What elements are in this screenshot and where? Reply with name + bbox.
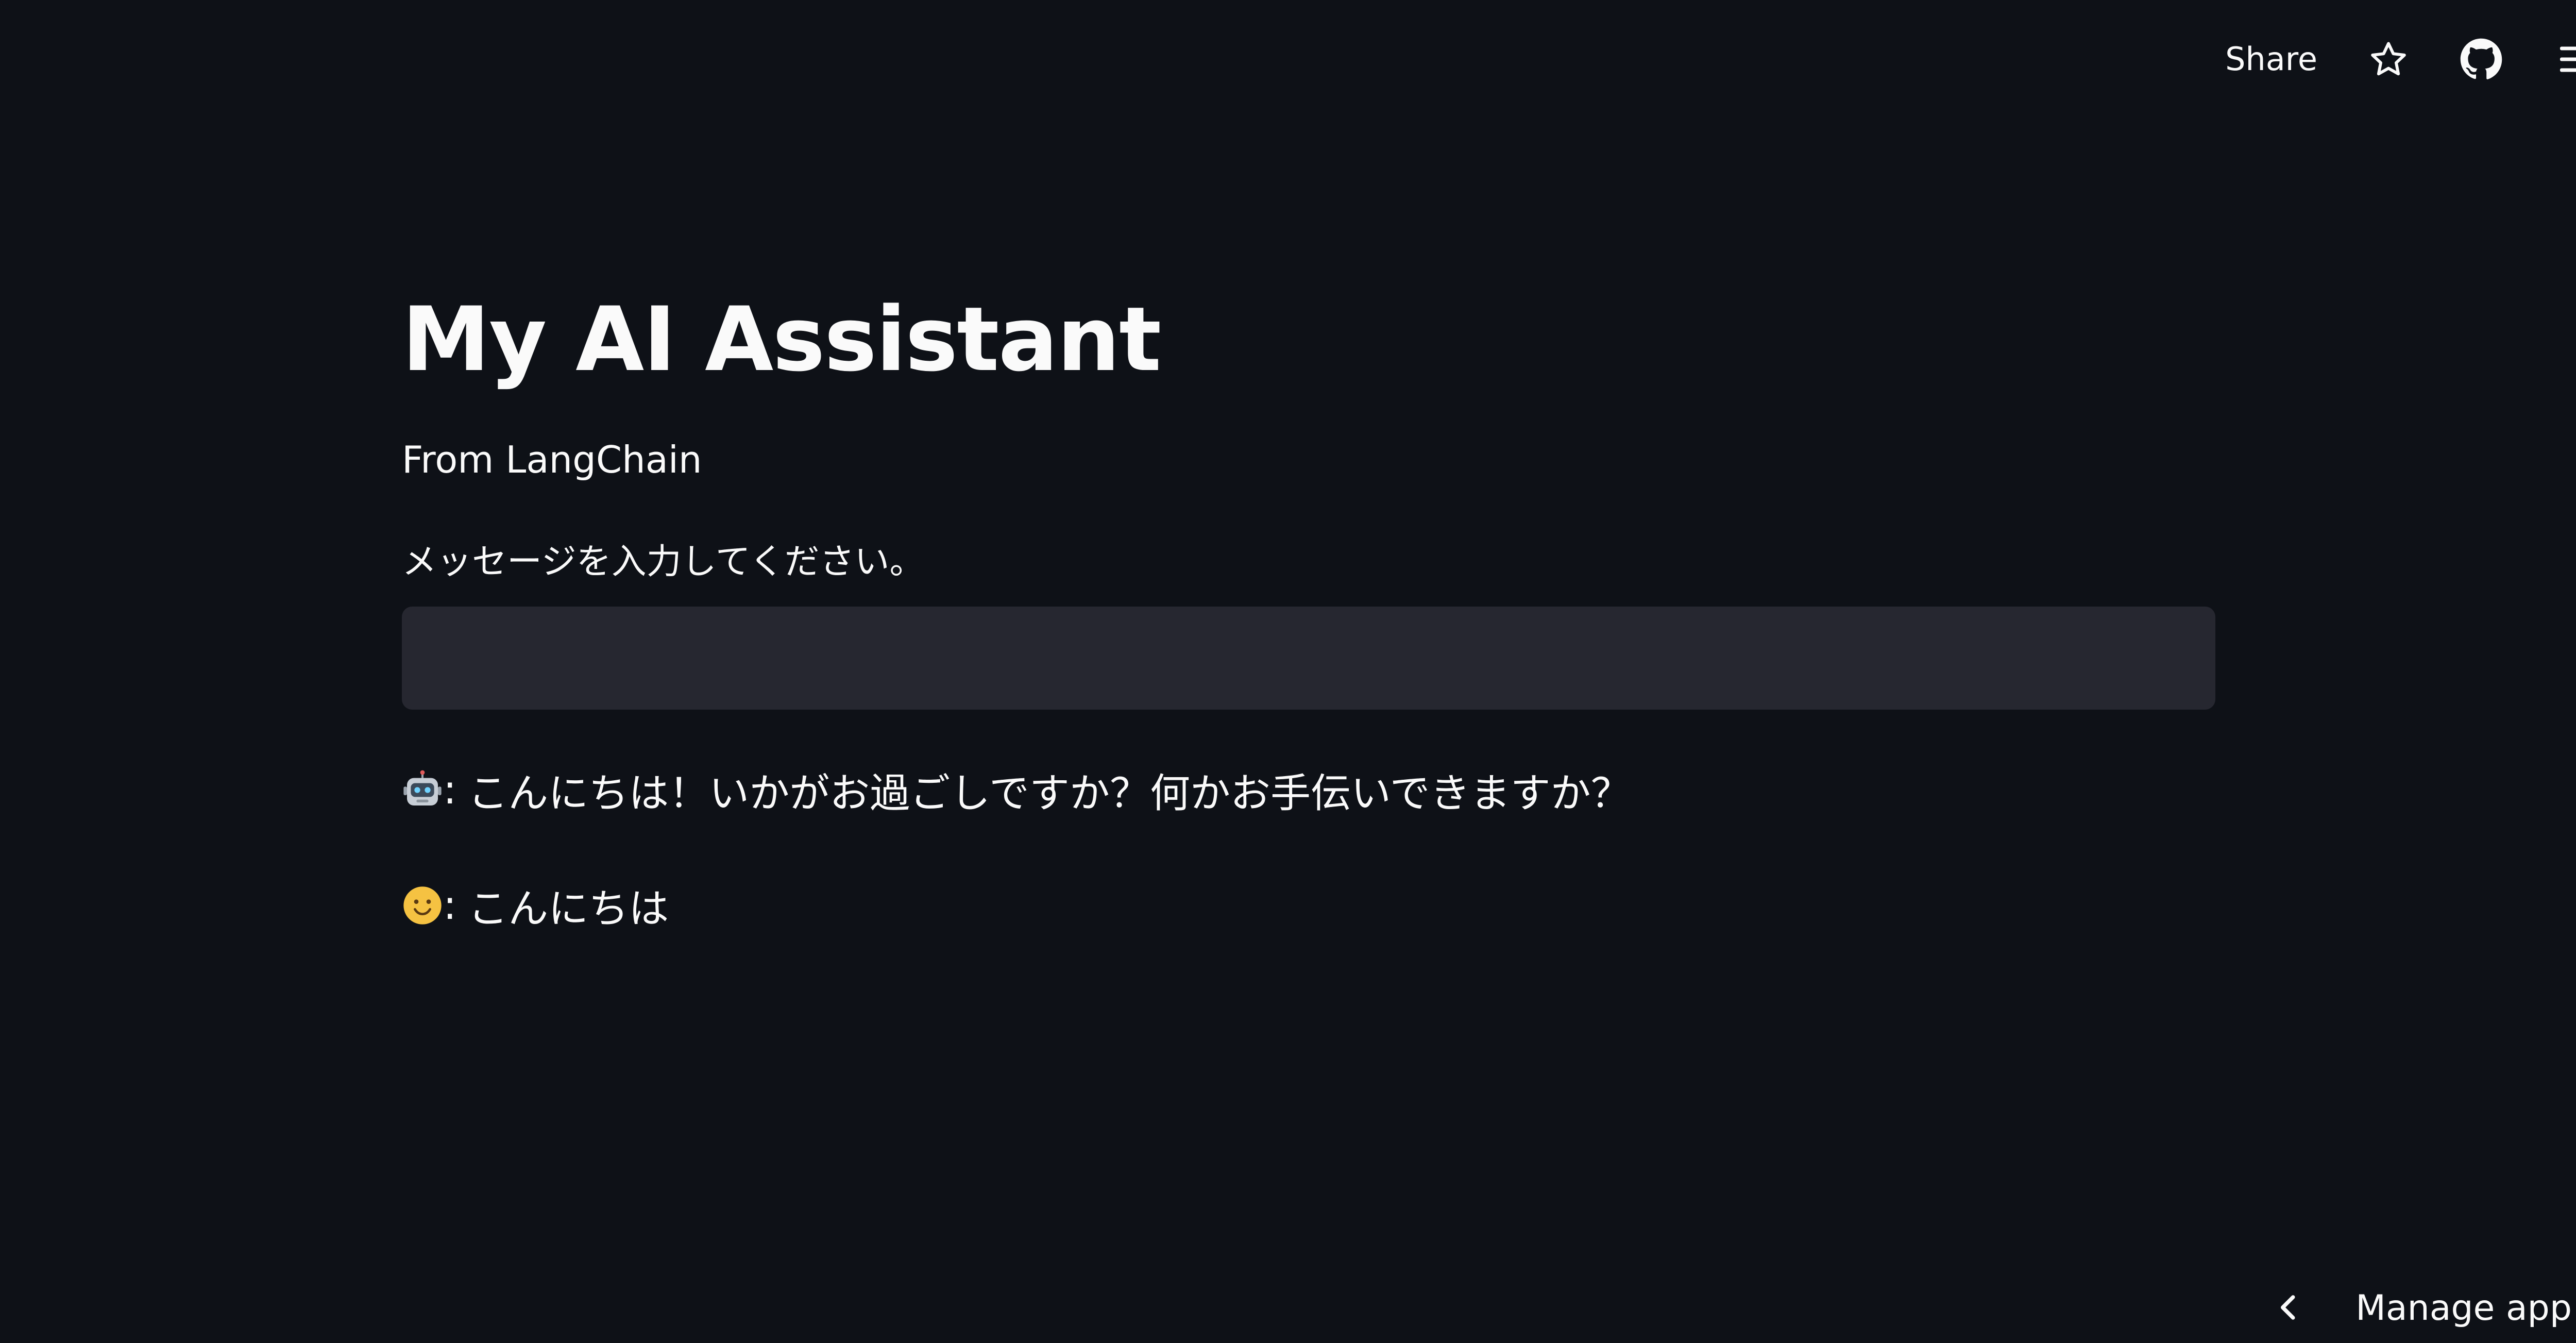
page-subtitle: From LangChain — [402, 438, 702, 481]
chat-message-ai: : こんにちは！いかがお過ごしですか？何かお手伝いできますか？ — [402, 761, 2215, 819]
chevron-left-icon — [2273, 1292, 2304, 1325]
manage-app-button[interactable]: Manage app — [2273, 1288, 2572, 1329]
message-separator: : — [443, 882, 457, 929]
robot-icon — [402, 769, 443, 811]
message-text: こんにちは — [468, 885, 669, 932]
share-button[interactable]: Share — [2225, 43, 2317, 75]
page-title: My AI Assistant — [402, 288, 1161, 391]
header-toolbar: Share — [2225, 28, 2576, 90]
github-icon[interactable] — [2460, 38, 2503, 81]
message-text: こんにちは！いかがお過ごしですか？何かお手伝いできますか？ — [468, 770, 1631, 817]
message-input[interactable] — [402, 606, 2215, 710]
hamburger-menu-icon[interactable] — [2556, 38, 2576, 81]
message-input-label: メッセージを入力してください。 — [402, 541, 925, 582]
message-separator: : — [443, 766, 457, 813]
star-icon[interactable] — [2367, 38, 2410, 81]
chat-message-user: : こんにちは — [402, 877, 2215, 934]
app-page: Share My AI Assistant From LangChain メッセ… — [0, 0, 2576, 1343]
smiley-face-icon — [402, 885, 443, 926]
manage-app-label: Manage app — [2355, 1288, 2572, 1329]
main-content: My AI Assistant From LangChain メッセージを入力し… — [402, 289, 2215, 934]
